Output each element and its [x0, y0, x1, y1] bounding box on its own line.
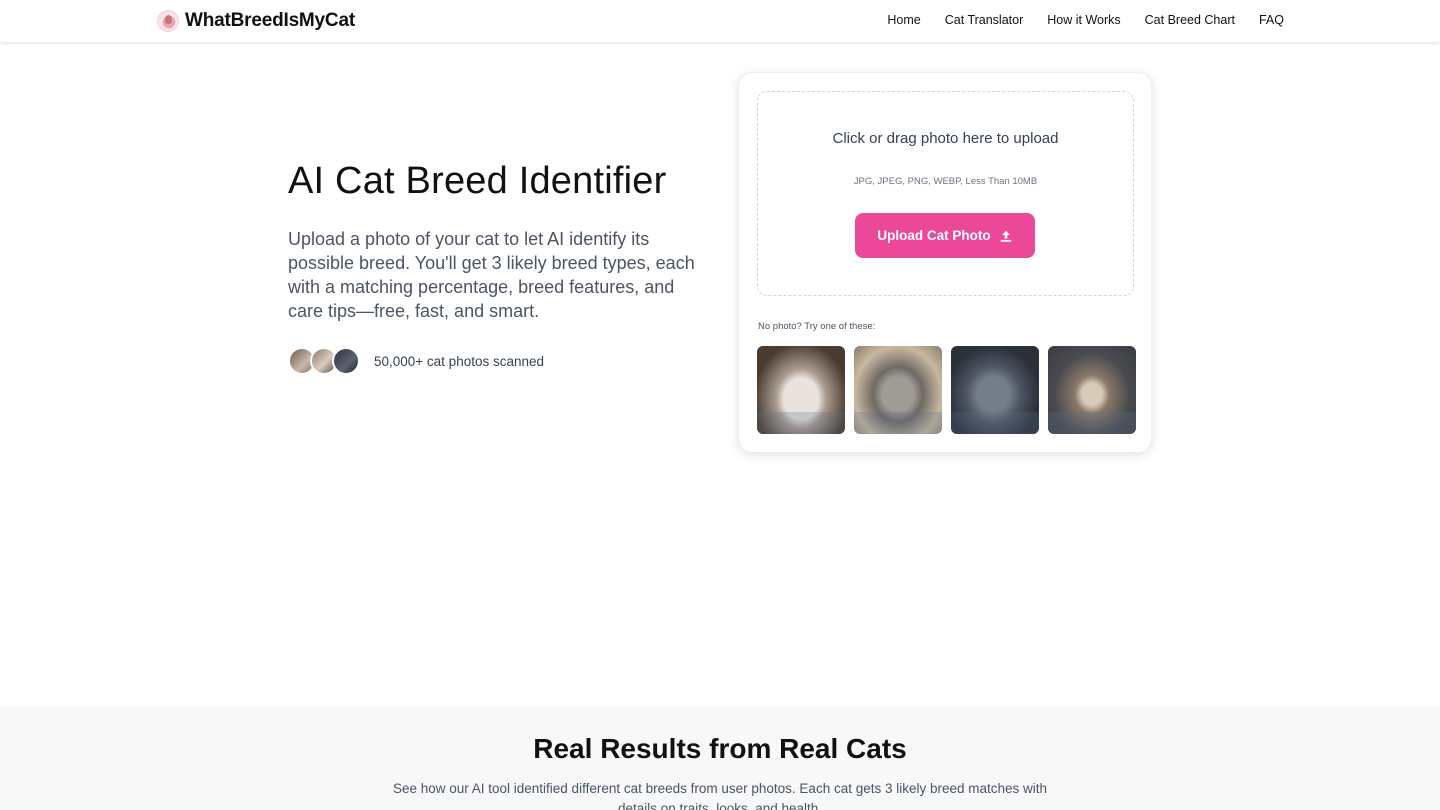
nav-home[interactable]: Home — [887, 13, 920, 27]
results-title: Real Results from Real Cats — [533, 733, 907, 764]
cat-avatar — [332, 347, 360, 375]
hero-section: AI Cat Breed Identifier Upload a photo o… — [288, 155, 708, 375]
scanned-stats: 50,000+ cat photos scanned — [288, 347, 708, 375]
nav-cat-breed-chart[interactable]: Cat Breed Chart — [1145, 13, 1235, 27]
results-section: Real Results from Real Cats See how our … — [0, 707, 1440, 810]
sample-cat-photo-3[interactable] — [951, 346, 1039, 434]
dropzone-formats: JPG, JPEG, PNG, WEBP, Less Than 10MB — [853, 176, 1038, 187]
site-header: WhatBreedIsMyCat Home Cat Translator How… — [0, 0, 1440, 42]
nav-faq[interactable]: FAQ — [1259, 13, 1284, 27]
sample-photos-label: No photo? Try one of these: — [758, 321, 876, 332]
scanned-count: 50,000+ cat photos scanned — [374, 353, 545, 369]
nav-how-it-works[interactable]: How it Works — [1047, 13, 1120, 27]
sample-photos — [757, 346, 1136, 434]
results-description: See how our AI tool identified different… — [392, 781, 1048, 810]
upload-icon — [1000, 230, 1011, 242]
sample-cat-photo-2[interactable] — [854, 346, 942, 434]
upload-cat-photo-button[interactable]: Upload Cat Photo — [855, 213, 1035, 258]
photo-dropzone[interactable]: Click or drag photo here to upload JPG, … — [757, 91, 1134, 296]
dropzone-title: Click or drag photo here to upload — [832, 130, 1059, 147]
sample-cat-photo-4[interactable] — [1048, 346, 1136, 434]
brand-name: WhatBreedIsMyCat — [185, 10, 355, 31]
brand-logo[interactable]: WhatBreedIsMyCat — [157, 9, 355, 33]
upload-card: Click or drag photo here to upload JPG, … — [738, 72, 1152, 453]
nav-cat-translator[interactable]: Cat Translator — [945, 13, 1024, 27]
main-nav: Home Cat Translator How it Works Cat Bre… — [887, 13, 1284, 27]
page-title: AI Cat Breed Identifier — [288, 160, 667, 202]
upload-button-label: Upload Cat Photo — [877, 228, 991, 243]
sample-cat-photo-1[interactable] — [757, 346, 845, 434]
cat-avatar-group — [288, 347, 360, 375]
hero-description: Upload a photo of your cat to let AI ide… — [288, 229, 695, 321]
cat-logo-icon — [157, 10, 179, 32]
